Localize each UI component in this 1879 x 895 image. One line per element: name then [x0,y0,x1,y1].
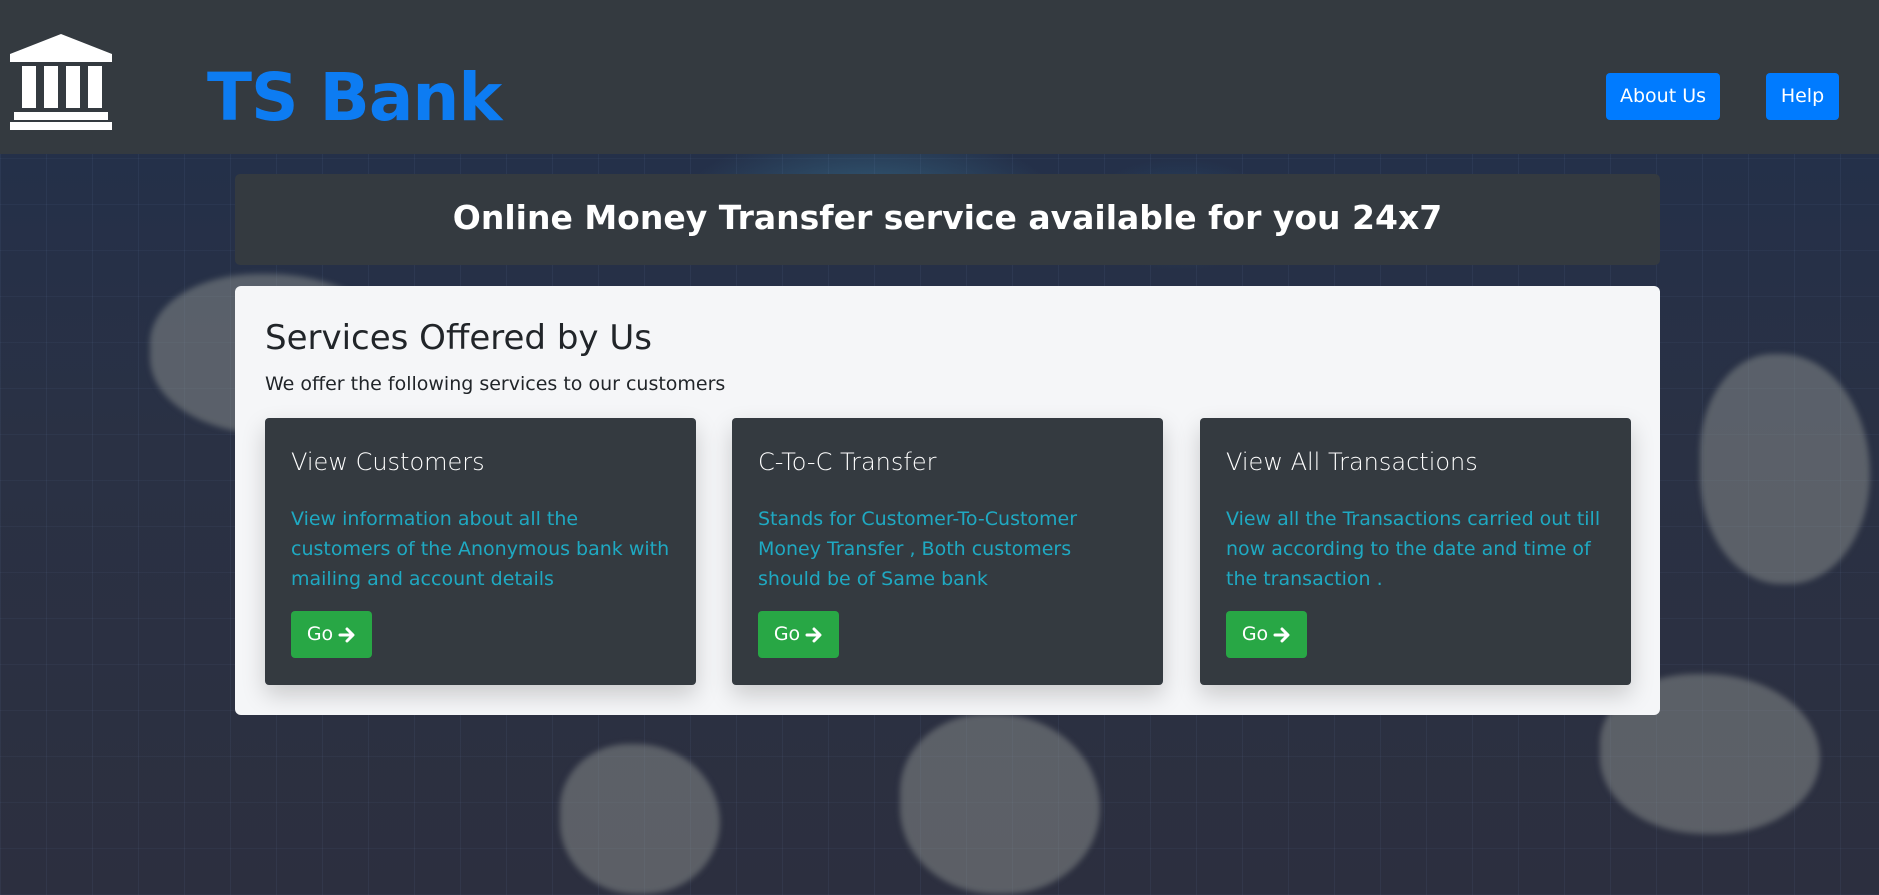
service-card-view-all-transactions: View All Transactions View all the Trans… [1200,418,1631,685]
card-title: View All Transactions [1226,448,1478,476]
go-button-label: Go [1241,623,1269,645]
card-description: View all the Transactions carried out ti… [1226,508,1601,590]
services-subtitle: We offer the following services to our c… [265,373,726,395]
service-card-view-customers: View Customers View information about al… [265,418,696,685]
service-card-c-to-c-transfer: C-To-C Transfer Stands for Customer-To-C… [732,418,1163,685]
card-title: C-To-C Transfer [758,448,937,476]
services-title: Services Offered by Us [265,318,652,358]
arrow-right-icon [1273,627,1290,642]
arrow-right-icon [338,627,355,642]
view-all-transactions-go-button[interactable]: Go [1226,611,1307,658]
card-description: View information about all the customers… [291,508,670,590]
view-customers-go-button[interactable]: Go [291,611,372,658]
banner-text: Online Money Transfer service available … [452,198,1443,237]
c-to-c-transfer-go-button[interactable]: Go [758,611,839,658]
service-banner: Online Money Transfer service available … [235,174,1660,265]
card-description: Stands for Customer-To-Customer Money Tr… [758,508,1078,590]
about-us-button[interactable]: About Us [1606,73,1720,120]
go-button-label: Go [306,623,334,645]
bank-building-icon[interactable] [8,32,114,130]
brand-title[interactable]: TS Bank [207,58,502,138]
navbar: TS Bank About Us Help [0,0,1879,154]
card-title: View Customers [291,448,485,476]
go-button-label: Go [773,623,801,645]
help-button[interactable]: Help [1766,73,1839,120]
services-panel: Services Offered by Us We offer the foll… [235,286,1660,715]
arrow-right-icon [805,627,822,642]
